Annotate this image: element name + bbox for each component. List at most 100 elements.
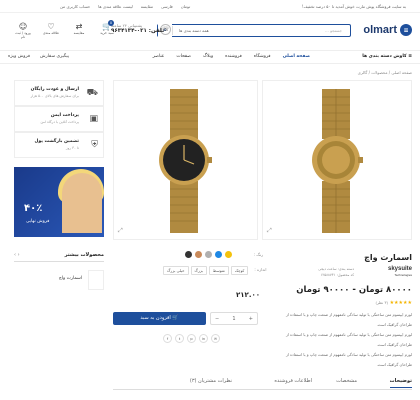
review-count: (۳ نظر)	[375, 300, 388, 305]
nav-item-vendor[interactable]: فروشنده	[225, 54, 242, 59]
phone-number: تلفن: ۰۲۱-۹۶۳۴۱۳۴	[111, 28, 165, 34]
add-to-cart-button[interactable]: 🛒 افزودن به سبد	[113, 312, 206, 325]
brand-logo: skysuite Technologies	[388, 266, 412, 278]
main-nav: ≡ کاوش دسته بندی ها صفحه اصلی فروشگاه فر…	[0, 50, 420, 64]
chevron-arrows-icon[interactable]: ‹ ›	[14, 252, 20, 258]
truck-icon: ⛟	[86, 88, 98, 98]
account-link[interactable]: حساب کاربری من	[60, 4, 90, 9]
desc-line: طراحان گرافیک است.	[376, 362, 412, 367]
search-bar: جستجو ... همه دسته بندی ها ⌕	[157, 24, 351, 37]
list-item[interactable]: اسمارت واچ	[14, 270, 104, 290]
search-input[interactable]: جستجو ...	[215, 28, 350, 33]
tab-vendor-info[interactable]: اطلاعات فروشنده	[274, 378, 312, 384]
promo-text: به سایت فروشگاه پوش مارت خوش آمدید تا ۵۰…	[301, 4, 406, 9]
all-categories-button[interactable]: ≡ کاوش دسته بندی ها	[362, 54, 412, 59]
order-tracking-link[interactable]: پیگیری سفارش	[40, 54, 69, 59]
watch-back-image	[312, 89, 363, 233]
top-links: تومان فارسی مقایسه لیست علاقه مندی ها حس…	[60, 4, 190, 9]
wishlist-label: علاقه مندی	[42, 31, 60, 35]
product-image-secondary[interactable]: ⤢	[113, 80, 258, 240]
desc-line: طراحان گرافیک است.	[376, 342, 412, 347]
nav-item-blog[interactable]: وبلاگ	[203, 54, 213, 59]
color-swatch-black[interactable]	[185, 251, 192, 258]
wishlist-button[interactable]: ♡ علاقه مندی	[42, 22, 60, 39]
phone-block: پشتیبانی ۲۴ ساعته تلفن: ۰۲۱-۹۶۳۴۱۳۴	[111, 23, 164, 34]
search-category-select[interactable]: همه دسته بندی ها	[172, 26, 215, 35]
currency-select[interactable]: تومان	[181, 4, 190, 9]
account-button[interactable]: ☺ ورود / ثبت نام	[14, 22, 32, 39]
language-select[interactable]: فارسی	[161, 4, 173, 9]
compare-label: مقایسه	[73, 31, 85, 35]
special-sale-link[interactable]: فروش ویژه	[8, 54, 30, 59]
brand-sub: Technologies	[394, 273, 412, 277]
color-swatch-blue[interactable]	[215, 251, 222, 258]
nav-items: صفحه اصلی فروشگاه فروشنده وبلاگ صفحات عن…	[153, 54, 310, 59]
product-title: اسمارت واچ	[364, 253, 412, 262]
compare-link[interactable]: مقایسه	[141, 4, 153, 9]
nav-item-shop[interactable]: فروشگاه	[254, 54, 271, 59]
banner-label: فروش نهایی	[26, 219, 50, 224]
meta-sku: کد محصول: ۱۲۵۸۸۷۳۱	[320, 273, 354, 277]
header-icons: 0 🛒 سبد خرید ⇄ مقایسه ♡ علاقه مندی ☺ ورو…	[14, 20, 116, 39]
zoom-icon[interactable]: ⤢	[118, 227, 123, 235]
feature-sub: تا ۳۰ روز	[65, 146, 79, 150]
facebook-icon[interactable]: f	[163, 334, 172, 343]
tab-description[interactable]: توضیحات	[389, 378, 412, 388]
size-small[interactable]: کوچک	[230, 266, 249, 275]
logo-text: olmart	[363, 24, 397, 36]
feature-sub: برای سفارش های بالای ۵۰۰ هزار	[30, 94, 79, 98]
related-name: اسمارت واچ	[58, 276, 82, 281]
plus-icon[interactable]: +	[249, 316, 253, 322]
promo-banner[interactable]: ۴۰٪ فروش نهایی	[14, 167, 104, 237]
add-to-cart-label: افزودن به سبد	[140, 315, 171, 321]
feature-title: تضمین بازگشت پول	[34, 139, 79, 144]
tab-reviews[interactable]: نظرات مشتریان (۳)	[190, 378, 232, 384]
size-label: اندازه :	[254, 267, 267, 272]
compare-icon: ⇄	[75, 22, 83, 31]
cart-button[interactable]: 0 🛒 سبد خرید	[98, 20, 116, 39]
cart-badge: 0	[108, 20, 114, 26]
quantity-stepper[interactable]: − 1 +	[210, 312, 258, 325]
logo[interactable]: olmart ≡	[363, 24, 412, 36]
feature-sub: پرداخت آنلاین با درگاه امن	[40, 120, 79, 124]
color-swatch-brown[interactable]	[195, 251, 202, 258]
product-price: ۸۰۰۰۰ تومان - ۹۰۰۰۰ تومان	[296, 285, 412, 295]
product-tabs: توضیحات مشخصات اطلاعات فروشنده نظرات مشت…	[113, 376, 412, 390]
related-products: محصولات بیشتر ‹ › اسمارت واچ	[14, 252, 104, 290]
compare-button[interactable]: ⇄ مقایسه	[70, 22, 88, 39]
color-swatch-yellow[interactable]	[225, 251, 232, 258]
color-swatch-gray[interactable]	[205, 251, 212, 258]
breadcrumb: صفحه اصلی / محصولات / گالری	[357, 70, 412, 75]
minus-icon[interactable]: −	[215, 316, 219, 322]
pinterest-icon[interactable]: p	[187, 334, 196, 343]
all-categories-label: کاوش دسته بندی ها	[362, 54, 407, 59]
brand-name: skysuite	[387, 266, 412, 272]
banner-percent: ۴۰٪	[24, 203, 43, 214]
product-description: لورم ایپسوم متن ساختگی با تولید سادگی نا…	[262, 310, 412, 370]
desc-line: لورم ایپسوم متن ساختگی با تولید سادگی نا…	[285, 312, 412, 317]
size-xlarge[interactable]: خیلی بزرگ	[163, 266, 189, 275]
twitter-icon[interactable]: t	[175, 334, 184, 343]
product-image-main[interactable]: ⤢	[262, 80, 412, 240]
related-title: محصولات بیشتر	[14, 252, 104, 262]
feature-title: ارسال و عودت رایگان	[30, 87, 79, 92]
linkedin-icon[interactable]: in	[199, 334, 208, 343]
wishlist-link[interactable]: لیست علاقه مندی ها	[98, 4, 132, 9]
email-icon[interactable]: ✉	[211, 334, 220, 343]
nav-item-pages[interactable]: صفحات	[176, 54, 191, 59]
nav-item-home[interactable]: صفحه اصلی	[283, 54, 310, 59]
cart-icon: 🛒	[172, 315, 179, 321]
tab-specifications[interactable]: مشخصات	[336, 378, 357, 384]
zoom-icon[interactable]: ⤢	[267, 227, 272, 235]
rating-stars: ★★★★★	[389, 300, 412, 306]
user-icon: ☺	[18, 22, 28, 31]
logo-mark-icon: ≡	[400, 24, 412, 36]
social-share: f t p in ✉	[163, 334, 220, 343]
rating[interactable]: ★★★★★ (۳ نظر)	[375, 300, 412, 306]
size-medium[interactable]: متوسط	[208, 266, 229, 275]
feature-free-shipping: ⛟ ارسال و عودت رایگان برای سفارش های بال…	[14, 80, 104, 106]
size-large[interactable]: بزرگ	[190, 266, 207, 275]
wallet-icon: ▣	[89, 114, 98, 124]
nav-item-elements[interactable]: عناصر	[153, 54, 165, 59]
features-sidebar: ⛟ ارسال و عودت رایگان برای سفارش های بال…	[14, 80, 104, 158]
